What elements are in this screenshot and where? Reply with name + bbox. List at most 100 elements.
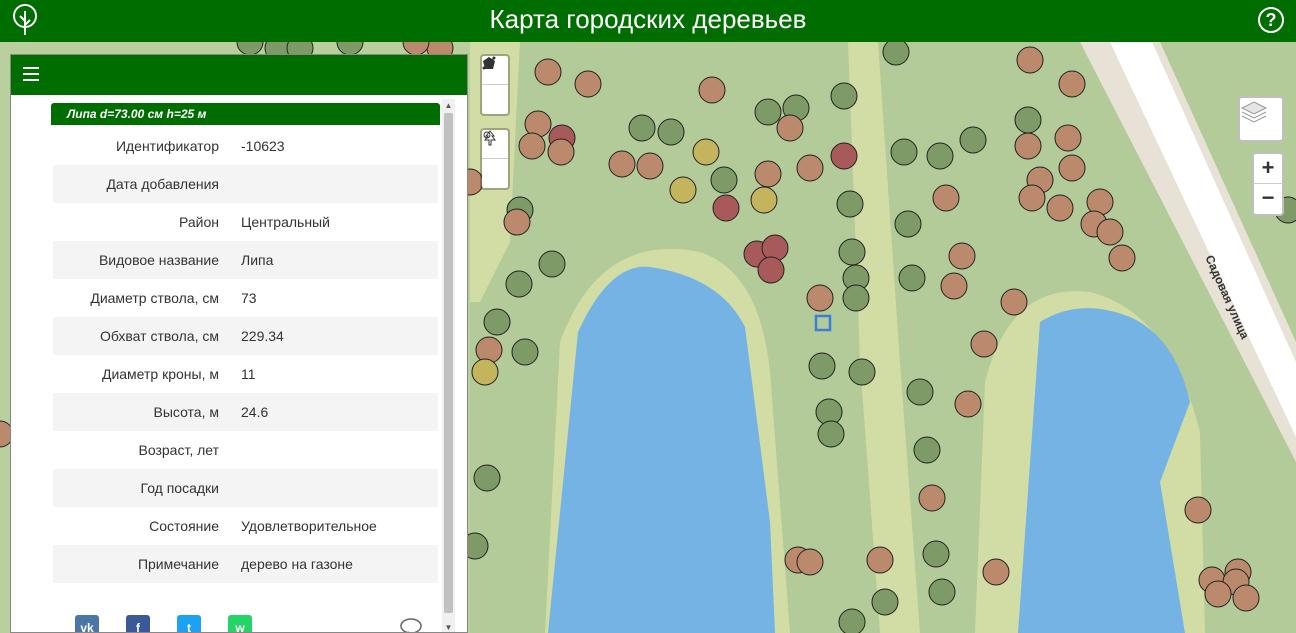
tree-marker[interactable]	[806, 284, 834, 312]
tree-marker[interactable]	[982, 558, 1010, 586]
tree-marker[interactable]	[1108, 244, 1136, 272]
tree-marker[interactable]	[817, 420, 845, 448]
tree-marker[interactable]	[750, 186, 778, 214]
attribute-value: 229.34	[241, 328, 284, 344]
layers-button[interactable]	[1238, 96, 1284, 142]
tree-marker[interactable]	[1204, 580, 1232, 608]
table-row: Диаметр кроны, м 11	[53, 355, 438, 393]
tree-marker[interactable]	[1096, 218, 1124, 246]
tree-marker[interactable]	[669, 176, 697, 204]
tree-marker[interactable]	[838, 238, 866, 266]
tree-marker[interactable]	[505, 270, 533, 298]
attribute-label: Год посадки	[140, 480, 219, 496]
tree-marker[interactable]	[928, 578, 956, 606]
tree-marker[interactable]	[796, 154, 824, 182]
scroll-up-icon[interactable]: ▲	[442, 101, 455, 110]
tree-marker[interactable]	[940, 272, 968, 300]
tree-marker[interactable]	[698, 76, 726, 104]
tree-marker[interactable]	[1058, 154, 1086, 182]
tree-marker[interactable]	[754, 160, 782, 188]
tree-marker[interactable]	[954, 390, 982, 418]
share-t-icon[interactable]: t	[177, 615, 201, 632]
table-row: Высота, м 24.6	[53, 393, 438, 431]
tree-marker[interactable]	[534, 58, 562, 86]
tree-marker[interactable]	[1184, 496, 1212, 524]
tree-marker[interactable]	[757, 256, 785, 284]
tree-marker[interactable]	[959, 126, 987, 154]
tree-marker[interactable]	[932, 184, 960, 212]
help-button[interactable]: ?	[1258, 7, 1284, 33]
share-w-icon[interactable]: w	[228, 615, 252, 632]
draw-toolbar	[480, 54, 510, 116]
tree-marker[interactable]	[1014, 106, 1042, 134]
tree-marker[interactable]	[518, 132, 546, 160]
tree-marker[interactable]	[913, 436, 941, 464]
tree-marker[interactable]	[1018, 184, 1046, 212]
zoom-out-button[interactable]: −	[1254, 184, 1282, 214]
tree-marker[interactable]	[574, 70, 602, 98]
tree-marker[interactable]	[882, 42, 910, 66]
add-point-button[interactable]	[482, 131, 508, 188]
tree-marker[interactable]	[1046, 194, 1074, 222]
tree-marker[interactable]	[754, 98, 782, 126]
comment-icon[interactable]	[399, 617, 425, 633]
tree-marker[interactable]	[547, 138, 575, 166]
tree-marker[interactable]	[511, 338, 539, 366]
tree-marker[interactable]	[922, 540, 950, 568]
tree-marker[interactable]	[948, 242, 976, 270]
tree-marker[interactable]	[970, 330, 998, 358]
tree-marker[interactable]	[871, 588, 899, 616]
zoom-control: + −	[1252, 152, 1284, 216]
table-row: Идентификатор -10623	[53, 127, 438, 165]
tree-marker[interactable]	[628, 114, 656, 142]
tree-marker[interactable]	[796, 548, 824, 576]
tree-marker[interactable]	[838, 608, 866, 633]
tree-marker[interactable]	[1014, 132, 1042, 160]
tree-marker[interactable]	[1000, 288, 1028, 316]
share-vk-icon[interactable]: vk	[75, 615, 99, 632]
tree-marker[interactable]	[808, 352, 836, 380]
table-row: Видовое название Липа	[53, 241, 438, 279]
tree-marker[interactable]	[503, 208, 531, 236]
tree-marker[interactable]	[926, 142, 954, 170]
tree-marker[interactable]	[918, 484, 946, 512]
tree-marker[interactable]	[1232, 584, 1260, 612]
tree-marker[interactable]	[471, 358, 499, 386]
tree-marker[interactable]	[761, 234, 789, 262]
share-f-icon[interactable]: f	[126, 615, 150, 632]
info-panel: Липа d=73.00 см h=25 м Идентификатор -106…	[10, 54, 468, 633]
tree-marker[interactable]	[475, 336, 503, 364]
tree-marker[interactable]	[848, 358, 876, 386]
tree-marker[interactable]	[836, 190, 864, 218]
tree-marker[interactable]	[608, 150, 636, 178]
tree-marker[interactable]	[830, 82, 858, 110]
scroll-down-icon[interactable]: ▼	[442, 623, 455, 632]
tree-marker[interactable]	[636, 152, 664, 180]
tree-marker[interactable]	[842, 284, 870, 312]
tree-marker[interactable]	[1016, 46, 1044, 74]
tree-marker[interactable]	[1054, 124, 1082, 152]
tree-marker[interactable]	[830, 142, 858, 170]
draw-polygon-button[interactable]	[482, 57, 508, 114]
tree-marker[interactable]	[657, 118, 685, 146]
tree-marker[interactable]	[906, 378, 934, 406]
panel-scrollbar[interactable]: ▲ ▼	[442, 99, 455, 632]
tree-marker[interactable]	[473, 464, 501, 492]
zoom-in-button[interactable]: +	[1254, 154, 1282, 184]
scroll-thumb[interactable]	[444, 113, 453, 613]
tree-marker[interactable]	[712, 194, 740, 222]
page-title: Карта городских деревьев	[489, 4, 807, 34]
attribute-value: Липа	[241, 252, 274, 268]
tree-marker[interactable]	[538, 250, 566, 278]
tree-marker[interactable]	[692, 138, 720, 166]
menu-icon[interactable]	[23, 67, 39, 85]
tree-marker[interactable]	[776, 114, 804, 142]
tree-marker[interactable]	[898, 264, 926, 292]
tree-marker[interactable]	[894, 210, 922, 238]
tree-marker[interactable]	[710, 166, 738, 194]
tree-marker[interactable]	[890, 138, 918, 166]
tree-marker[interactable]	[1058, 70, 1086, 98]
tree-attributes-table: Идентификатор -10623 Дата добавления Район Ц…	[53, 127, 438, 583]
tree-marker[interactable]	[483, 308, 511, 336]
tree-marker[interactable]	[866, 546, 894, 574]
